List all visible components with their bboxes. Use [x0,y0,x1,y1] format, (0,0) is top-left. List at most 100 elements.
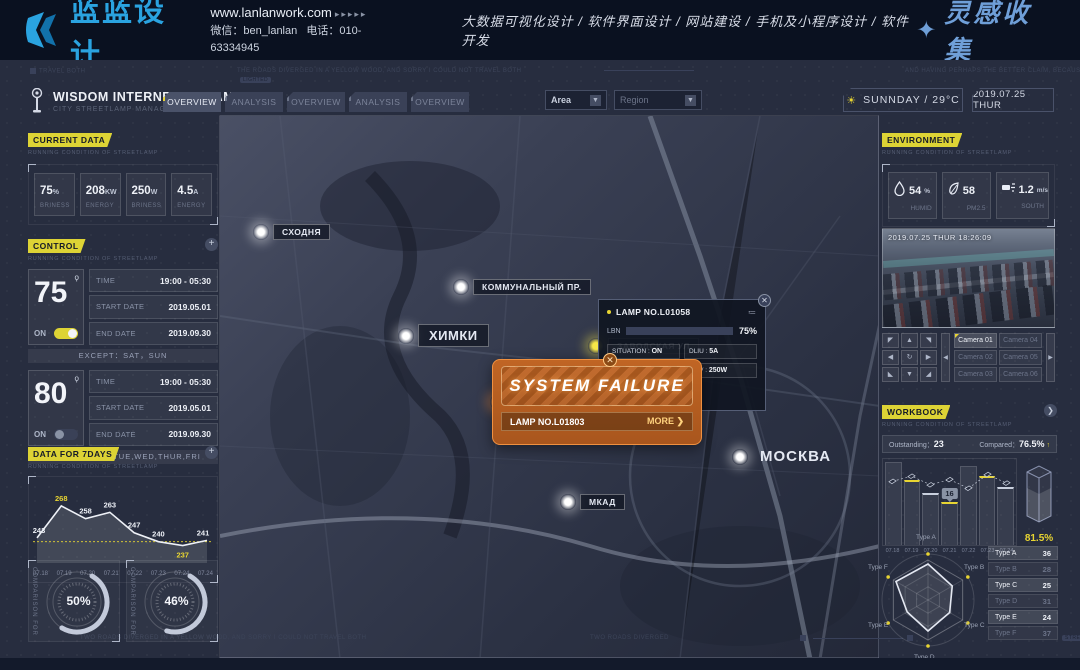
inspiration-collect[interactable]: ✦ 灵感收集 [916,0,1054,67]
dashboard: СХОДНЯКОММУНАЛЬНЫЙ ПР.ХИМКИЗАВОДСКАЯ УЛЛ… [0,60,1080,670]
camera-button-camera-01[interactable]: Camera 01 [954,333,997,348]
dpad-button-0[interactable]: ◤ [882,333,899,348]
type-row-type-b[interactable]: Type B28 [988,562,1058,576]
dpad-button-2[interactable]: ◥ [920,333,937,348]
tab-bar: OVERVIEWANALYSISOVERVIEWANALYSISOVERVIEW [163,92,469,112]
gauge-label: COMPARISON FOR [127,561,136,641]
bar-07.23[interactable] [979,476,996,545]
add-icon[interactable]: + [205,446,218,459]
lamp-marker-icon[interactable] [398,328,414,344]
deco-poem: AND HAVING PERHAPS THE BETTER CLAIM, BEC… [905,68,1080,74]
expand-icon[interactable]: ❯ [1044,404,1057,417]
close-icon[interactable]: ✕ [758,294,771,307]
type-row-type-d[interactable]: Type D31 [988,594,1058,608]
leaf-icon [947,181,960,201]
dpad-button-1[interactable]: ▲ [901,333,918,348]
svg-text:241: 241 [197,528,210,537]
dpad-button-3[interactable]: ◀ [882,350,899,365]
camera-button-camera-04[interactable]: Camera 04 [999,333,1042,348]
map-label[interactable]: ХИМКИ [398,324,489,347]
collect-label: 灵感收集 [944,0,1054,67]
camera-button-camera-02[interactable]: Camera 02 [954,350,997,365]
camera-button-camera-03[interactable]: Camera 03 [954,367,997,382]
region-select[interactable]: Region ▼ [614,90,702,110]
lamp-marker-icon[interactable] [560,494,576,510]
chevron-down-icon: ▼ [590,95,601,106]
panel-subtitle: RUNNING CONDITION OF STREETLAMP [882,422,1057,428]
add-icon[interactable]: + [205,238,218,251]
droplet-icon [893,181,906,201]
workbook-stats: Outstanding：23 Compared：76.5% ↑ [882,435,1057,453]
svg-text:240: 240 [152,530,165,539]
outstanding-value: 23 [934,439,944,449]
bottom-bar [0,658,1080,670]
next-cameras-button[interactable]: ▶ [1046,333,1055,382]
control-row-time[interactable]: TIME19:00 - 05:30 [89,269,218,292]
lamp-popup-title: LAMP NO.L01058 [616,307,690,317]
schedule-toggle[interactable] [54,429,78,440]
area-select[interactable]: Area ▼ [545,90,607,110]
dpad-button-8[interactable]: ◢ [920,367,937,382]
control-row-start-date[interactable]: START DATE2019.05.01 [89,295,218,318]
type-row-type-f[interactable]: Type F37 [988,626,1058,640]
type-row-type-e[interactable]: Type E24 [988,610,1058,624]
tab-overview-4[interactable]: OVERVIEW [411,92,469,112]
tab-overview-0[interactable]: OVERVIEW [163,92,221,112]
dpad-button-6[interactable]: ◣ [882,367,899,382]
schedule-toggle[interactable] [54,328,78,339]
env-card-pm25: 58PM2.5 [942,172,991,219]
lamp-marker-icon[interactable] [732,449,748,465]
map-label[interactable]: КОММУНАЛЬНЫЙ ПР. [453,279,591,295]
control-row-end-date[interactable]: END DATE2019.09.30 [89,322,218,345]
brightness-bar[interactable] [626,327,733,335]
tab-analysis-3[interactable]: ANALYSIS [349,92,407,112]
map-label[interactable]: СХОДНЯ [253,224,330,240]
wind-icon [1001,181,1016,199]
map-label[interactable]: МКАД [560,494,625,510]
tab-analysis-1[interactable]: ANALYSIS [225,92,283,112]
camera-button-camera-06[interactable]: Camera 06 [999,367,1042,382]
type-list: Type A36 Type B28 Type C25 Type D31 Type E24… [988,546,1058,640]
control-row-time[interactable]: TIME19:00 - 05:30 [89,370,218,393]
control-row-end-date[interactable]: END DATE2019.09.30 [89,423,218,446]
type-row-type-a[interactable]: Type A36 [988,546,1058,560]
weather-text: SUNNDAY / 29°C [863,94,960,106]
stat-card-energy: 208KWENERGY [80,173,121,216]
type-row-type-c[interactable]: Type C25 [988,578,1058,592]
bar-tooltip: 16 [941,488,957,499]
arrows-decoration: ▸▸▸▸▸ [335,9,368,19]
env-card-south: 1.2m/sSOUTH [996,172,1050,219]
tab-overview-2[interactable]: OVERVIEW [287,92,345,112]
brightness-level: ϙ80ON [28,370,84,446]
svg-text:263: 263 [104,500,117,509]
status-dot [607,310,611,314]
camera-video-feed[interactable]: 2019.07.25 THUR 18:26:09 [882,228,1055,328]
deco-checkbox-text: TRAVEL BOTH [30,68,86,75]
lamp-marker-icon[interactable] [253,224,269,240]
camera-button-camera-05[interactable]: Camera 05 [999,350,1042,365]
city-map[interactable]: СХОДНЯКОММУНАЛЬНЫЙ ПР.ХИМКИЗАВОДСКАЯ УЛЛ… [219,115,879,658]
bar-chart: 16 [882,458,1017,546]
radar-label-type-e: Type E [868,622,888,629]
gauge-value: 50% [66,594,90,608]
sliders-icon[interactable]: ≔ [748,308,757,317]
map-label[interactable]: МОСКВА [732,446,839,467]
dpad-button-4[interactable]: ↻ [901,350,918,365]
control-row-start-date[interactable]: START DATE2019.05.01 [89,396,218,419]
lamp-marker-icon[interactable] [453,279,469,295]
panel-subtitle: RUNNING CONDITION OF STREETLAMP [28,150,218,156]
dpad-button-5[interactable]: ▶ [920,350,937,365]
close-icon[interactable]: ✕ [603,353,617,367]
star-icon: ✦ [916,16,936,45]
prev-cameras-button[interactable]: ◀ [941,333,950,382]
camera-list: Camera 01Camera 04Camera 02Camera 05Came… [954,333,1042,382]
svg-text:258: 258 [79,507,92,516]
bar-07.22[interactable] [960,466,977,545]
bar-07.24[interactable] [997,487,1014,545]
brightness-level: ϙ75ON [28,269,84,345]
banner-website[interactable]: www.lanlanwork.com [210,5,331,20]
bar-07.18[interactable] [885,462,902,545]
svg-text:268: 268 [55,494,68,503]
dpad-button-7[interactable]: ▼ [901,367,918,382]
more-button[interactable]: MORE ❯ [647,416,684,427]
